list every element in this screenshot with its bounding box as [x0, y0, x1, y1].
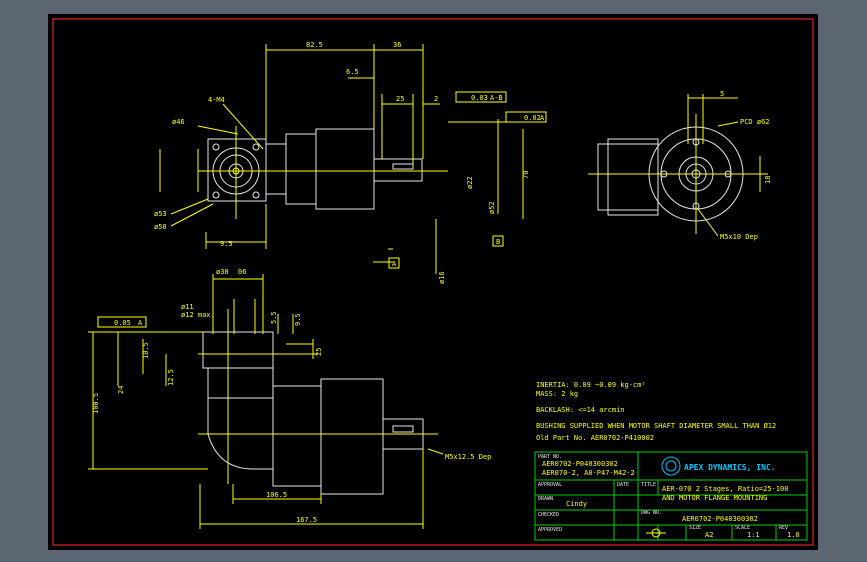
company-logo-icon — [661, 456, 681, 476]
tol-ref-a-b: A-B — [490, 94, 503, 102]
dim-dia-46: ø46 — [172, 118, 185, 126]
dim-dia-52: ø52 — [488, 201, 496, 214]
note-old-part: Old Part No. AER0702-P410002 — [536, 434, 654, 442]
datum-a: A — [392, 260, 397, 268]
dim-2: 2 — [434, 95, 438, 103]
dim-12-5: 12.5 — [167, 369, 175, 386]
dim-6-5: 6.5 — [346, 68, 359, 76]
projection-symbol-icon — [646, 528, 666, 538]
drawn-label: DRAWN — [538, 496, 553, 502]
dim-70: 70 — [522, 171, 530, 179]
tol-0-05: 0.05 — [114, 319, 131, 327]
part-no-2: AER070-2, A0-P47-M42-2 — [542, 469, 635, 477]
dim-167-5: 167.5 — [296, 516, 317, 524]
dim-24: 24 — [117, 386, 125, 394]
notes: INERTIA: 0.09 ~0.09 kg-cm² MASS: 2 kg BA… — [536, 381, 776, 442]
dim-06: 06 — [238, 268, 246, 276]
size-label: SIZE — [689, 525, 701, 531]
cad-drawing: 82.5 36 6.5 25 2 9.5 4-M4 ø46 ø53 ø58 ø5… — [52, 18, 814, 546]
dim-5: 5 — [720, 90, 724, 98]
note-inertia: INERTIA: 0.09 ~0.09 kg-cm² — [536, 381, 646, 389]
tol-0-02: 0.02 — [524, 114, 541, 122]
bottom-view: ø30 06 ø11 ø12 max. 5.5 9.5 10.5 24 100.… — [88, 268, 491, 529]
drawing-canvas[interactable]: 82.5 36 6.5 25 2 9.5 4-M4 ø46 ø53 ø58 ø5… — [48, 14, 818, 550]
note-backlash: BACKLASH: <=14 arcmin — [536, 406, 625, 414]
datum-b: B — [496, 238, 500, 246]
approved-label: APPROVED — [538, 527, 562, 533]
app-window: 82.5 36 6.5 25 2 9.5 4-M4 ø46 ø53 ø58 ø5… — [0, 0, 867, 562]
dim-9-5: 9.5 — [220, 240, 233, 248]
dim-m5x12-5: M5x12.5 Dep — [445, 453, 491, 461]
tol-0-03: 0.03 — [471, 94, 488, 102]
dim-dia-11: ø11 — [181, 303, 194, 311]
note-mass: MASS: 2 kg — [536, 390, 578, 398]
front-view — [198, 126, 448, 219]
checked-label: CHECKED — [538, 512, 559, 518]
title-line-2: AND MOTOR FLANGE MOUNTING — [662, 494, 767, 502]
dim-25: 25 — [396, 95, 404, 103]
dim-82-5: 82.5 — [306, 41, 323, 49]
dim-dia-53: ø53 — [154, 210, 167, 218]
title-line-1: AER-070 2 Stages, Ratio=25-100 — [662, 485, 788, 493]
date-label: DATE — [617, 482, 629, 488]
dim-dia-12-max: ø12 max. — [181, 311, 215, 319]
note-bushing: BUSHING SUPPLIED WHEN MOTOR SHAFT DIAMET… — [536, 422, 776, 430]
dwg-no: AER0702-P040300302 — [682, 515, 758, 523]
dwg-no-label: DWG NO. — [641, 510, 662, 516]
dim-dia-30: ø30 — [216, 268, 229, 276]
dim-5-5: 5.5 — [270, 311, 278, 324]
title-label: TITLE — [641, 482, 656, 488]
tol-ref-a-b2: A — [138, 319, 143, 327]
title-block: PART NO. AER0702-P040300302 AER070-2, A0… — [534, 451, 808, 541]
scale-value: 1:1 — [747, 531, 760, 539]
dim-25-b: 25 — [315, 348, 323, 356]
side-view: 5 PCD ø62 18 M5x10 Dep — [588, 90, 772, 241]
dim-dia-22: ø22 — [466, 176, 474, 189]
dim-10-5: 10.5 — [142, 342, 150, 359]
dim-dia-16: ø16 — [438, 271, 446, 284]
rev-value: 1.0 — [787, 531, 800, 539]
dim-106-5: 106.5 — [266, 491, 287, 499]
tol-ref-a: A — [540, 114, 545, 122]
dim-m5x10: M5x10 Dep — [720, 233, 758, 241]
drawn-by: Cindy — [566, 500, 587, 508]
company-name: APEX DYNAMICS, INC. — [684, 463, 776, 472]
dim-pcd-62: PCD ø62 — [740, 118, 770, 126]
size-value: A2 — [705, 531, 713, 539]
dim-18: 18 — [764, 176, 772, 184]
front-dimensions: 82.5 36 6.5 25 2 9.5 4-M4 ø46 ø53 ø58 ø5… — [154, 41, 547, 284]
dim-36: 36 — [393, 41, 401, 49]
dim-dia-58: ø58 — [154, 223, 167, 231]
part-no-1: AER0702-P040300302 — [542, 460, 618, 468]
approval-label: APPROVAL — [538, 482, 562, 488]
dim-4-m4: 4-M4 — [208, 96, 225, 104]
dim-100-5: 100.5 — [92, 393, 100, 414]
dim-9-5-b: 9.5 — [294, 313, 302, 326]
